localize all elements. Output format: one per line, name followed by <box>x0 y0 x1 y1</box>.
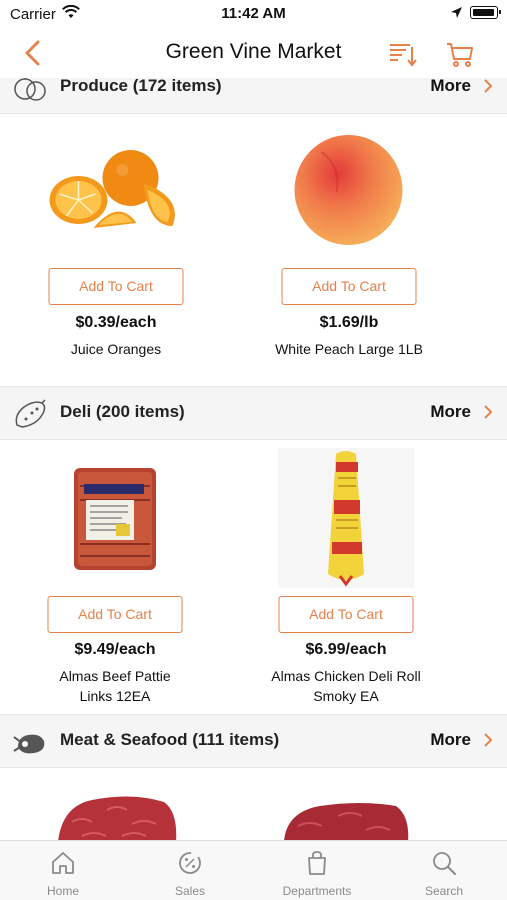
cart-icon <box>447 43 473 67</box>
add-to-cart-button[interactable]: Add To Cart <box>281 268 417 305</box>
product-name-line: Almas Chicken Deli Roll <box>271 668 421 684</box>
more-button-produce[interactable]: More <box>430 78 493 96</box>
home-icon <box>52 852 74 874</box>
product-price: $1.69/lb <box>319 314 379 331</box>
product-card[interactable]: Add To Cart $6.99/each Almas Chicken Del… <box>231 440 461 712</box>
product-price: $9.49/each <box>74 641 156 658</box>
add-to-cart-button[interactable]: Add To Cart <box>278 596 414 633</box>
product-image-ground-beef[interactable] <box>280 800 412 840</box>
add-to-cart-button[interactable]: Add To Cart <box>48 268 184 305</box>
section-title: Deli (200 items) <box>60 402 185 421</box>
more-label: More <box>430 730 471 749</box>
tab-sales[interactable]: Sales <box>127 841 253 900</box>
navigation-bar: Green Vine Market <box>0 28 507 78</box>
add-to-cart-button[interactable]: Add To Cart <box>47 596 183 633</box>
section-header-deli: Deli (200 items) More <box>0 386 507 440</box>
tab-search[interactable]: Search <box>381 841 507 900</box>
product-name: Almas Chicken Deli Roll Smoky EA <box>231 666 461 706</box>
chevron-right-icon <box>484 79 493 93</box>
sort-button[interactable] <box>386 38 418 70</box>
more-button-meat-seafood[interactable]: More <box>430 730 493 750</box>
chevron-right-icon <box>484 405 493 419</box>
tab-label: Home <box>46 884 79 898</box>
category-list[interactable]: Produce (172 items) More Add To Cart $0.… <box>0 78 507 840</box>
product-name: White Peach Large 1LB <box>275 341 423 357</box>
product-price: $0.39/each <box>75 314 157 331</box>
product-image-ground-beef[interactable] <box>52 792 180 840</box>
product-name-line: Almas Beef Pattie <box>59 668 171 684</box>
product-card[interactable]: Add To Cart $1.69/lb White Peach Large 1… <box>234 114 464 364</box>
status-time: 11:42 AM <box>221 5 286 22</box>
tab-label: Search <box>424 884 464 898</box>
sort-icon <box>390 44 417 67</box>
page-title: Green Vine Market <box>165 40 342 63</box>
product-image-peach[interactable] <box>292 132 407 247</box>
product-name-line: Links 12EA <box>79 688 151 704</box>
section-header-meat-seafood: Meat & Seafood (111 items) More <box>0 714 507 768</box>
sales-icon <box>179 852 201 874</box>
product-card[interactable]: Add To Cart $0.39/each Juice Oranges <box>1 114 231 364</box>
location-arrow-icon <box>451 7 462 18</box>
product-image-chicken-roll[interactable] <box>278 448 414 588</box>
departments-icon <box>308 851 326 875</box>
section-title: Meat & Seafood (111 items) <box>60 730 280 749</box>
product-card[interactable]: Add To Cart $9.49/each Almas Beef Pattie… <box>0 440 230 712</box>
more-button-deli[interactable]: More <box>430 402 493 422</box>
status-bar: Carrier 11:42 AM <box>0 0 507 28</box>
tab-label: Sales <box>174 884 206 898</box>
more-label: More <box>430 402 471 421</box>
section-header-produce: Produce (172 items) More <box>0 78 507 114</box>
tab-departments[interactable]: Departments <box>254 841 380 900</box>
product-name: Juice Oranges <box>70 341 162 357</box>
product-image-beef-links[interactable] <box>72 466 158 572</box>
meat-icon <box>13 734 45 754</box>
produce-icon <box>14 78 46 101</box>
product-image-oranges[interactable] <box>49 148 184 233</box>
product-price: $6.99/each <box>305 641 387 658</box>
cart-button[interactable] <box>444 38 476 70</box>
product-name: Almas Beef Pattie Links 12EA <box>0 666 230 706</box>
tab-bar: Home Sales Departments Search <box>0 840 507 900</box>
salami-icon <box>15 399 46 428</box>
battery-icon <box>470 6 501 19</box>
chevron-right-icon <box>484 733 493 747</box>
product-name-line: Smoky EA <box>313 688 379 704</box>
search-icon <box>433 852 456 875</box>
tab-home[interactable]: Home <box>0 841 126 900</box>
more-label: More <box>430 78 471 95</box>
section-title: Produce (172 items) <box>60 78 222 95</box>
tab-label: Departments <box>282 884 352 898</box>
